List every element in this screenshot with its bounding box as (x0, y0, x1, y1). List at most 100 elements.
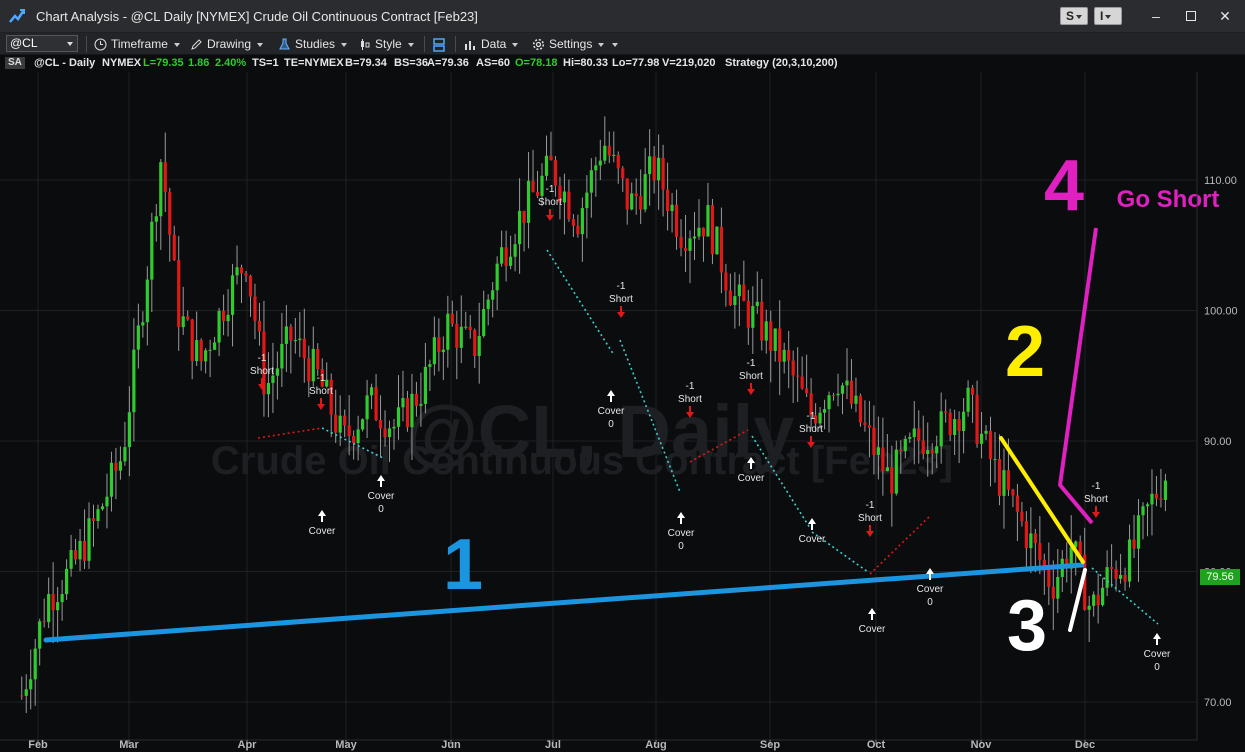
candle-body (486, 299, 490, 310)
app-logo-icon (9, 9, 26, 23)
time-axis-tick: Jul (545, 739, 561, 751)
status-ask-size: AS=60 (476, 57, 510, 69)
candle-body (867, 425, 872, 428)
settings-menu[interactable]: Settings (532, 36, 605, 52)
candle-body (683, 248, 688, 251)
candle-body (1132, 539, 1136, 549)
candle-body (553, 160, 558, 186)
candle-body (881, 447, 885, 472)
sa-badge[interactable]: SA (5, 57, 25, 69)
annotation-label: Go Short (1117, 186, 1220, 213)
signal-cover: Cover (309, 510, 336, 537)
drawing-menu[interactable]: Drawing (190, 36, 264, 52)
price-chart[interactable]: @CL, Daily Crude Oil Continuous Contract… (0, 72, 1245, 752)
symbol-input[interactable]: @CL (6, 35, 78, 52)
candle-body (567, 191, 571, 220)
candle-body (1006, 470, 1011, 490)
flask-icon (279, 38, 290, 50)
chevron-down-icon (612, 42, 618, 47)
signal-label: Short (1084, 494, 1108, 505)
status-bid-size: BS=36 (394, 57, 428, 69)
candle-body (369, 387, 374, 396)
i-link-button[interactable]: I (1094, 7, 1122, 25)
timeframe-menu[interactable]: Timeframe (94, 36, 180, 52)
candle-body (239, 267, 244, 274)
candle-body (432, 337, 436, 365)
time-axis-tick: Apr (238, 739, 258, 751)
candle-body (1145, 504, 1150, 507)
bar-chart-icon (465, 41, 475, 51)
candle-body (1136, 515, 1141, 549)
candle-body (710, 205, 715, 255)
candle-body (181, 316, 185, 328)
candle-body (854, 395, 858, 404)
layout-button[interactable] (432, 36, 450, 52)
status-change: 1.86 (188, 57, 210, 69)
chevron-down-icon (1105, 14, 1112, 19)
signal-qty: -1 (686, 381, 695, 392)
candle-body (845, 380, 849, 386)
candle-body (73, 550, 78, 560)
candle-body (244, 273, 248, 276)
signal-qty: 0 (1154, 662, 1160, 673)
sell-arrow-icon (1092, 506, 1100, 518)
candle-body (674, 204, 679, 237)
maximize-button[interactable] (1181, 8, 1201, 24)
toolbar: @CL Timeframe Drawing Studies Style Data… (0, 33, 1245, 55)
candle-body (289, 326, 293, 341)
candle-body (1056, 576, 1060, 599)
signal-cover: Cover 0 (1144, 633, 1171, 673)
minimize-button[interactable]: – (1146, 8, 1166, 24)
candle-body (1154, 493, 1159, 499)
candle-body (858, 395, 863, 423)
candle-body (921, 440, 925, 455)
status-exchange: NYMEX (102, 57, 142, 69)
time-axis-tick: Mar (119, 739, 139, 751)
candle-body (186, 316, 190, 320)
style-menu[interactable]: Style (358, 36, 414, 52)
toolbar-overflow-button[interactable] (612, 36, 618, 52)
signal-label: Short (609, 294, 633, 305)
candle-body (885, 467, 889, 472)
candle-body (876, 447, 880, 455)
chevron-down-icon (173, 42, 180, 47)
signal-short: -1 Short (250, 353, 274, 390)
candle-body (598, 160, 602, 166)
candle-body (208, 349, 212, 351)
candle-body (1029, 533, 1033, 549)
candle-body (275, 368, 279, 376)
candle-body (912, 428, 916, 438)
sell-arrow-icon (317, 398, 325, 410)
cover-arrow-icon (677, 512, 685, 524)
candle-body (347, 425, 351, 436)
candle-body (526, 180, 531, 223)
studies-label: Studies (295, 37, 336, 51)
candle-body (1002, 470, 1006, 496)
candle-body (504, 247, 508, 266)
candle-body (1092, 594, 1096, 606)
status-strategy: Strategy (20,3,10,200) (725, 57, 838, 69)
candle-body (302, 338, 306, 359)
signal-qty: -1 (747, 358, 756, 369)
candle-body (195, 340, 199, 362)
candle-body (150, 221, 154, 280)
candle-body (100, 506, 105, 510)
timeframe-label: Timeframe (111, 37, 168, 51)
candle-body (1020, 511, 1024, 522)
data-menu[interactable]: Data (464, 36, 519, 52)
studies-menu[interactable]: Studies (278, 36, 348, 52)
candle-body (531, 180, 535, 192)
candle-body (944, 411, 948, 413)
signal-qty: -1 (617, 281, 626, 292)
s-link-button[interactable]: S (1060, 7, 1088, 25)
close-button[interactable]: ✕ (1215, 8, 1235, 24)
candle-body (172, 234, 176, 261)
chart-watermark: @CL, Daily Crude Oil Continuous Contract… (211, 390, 953, 483)
signal-short: -1 Short (858, 500, 882, 537)
candle-body (746, 300, 750, 328)
candle-body (948, 412, 952, 435)
candle-body (1096, 594, 1100, 606)
signal-label: Short (678, 394, 702, 405)
chevron-down-icon (598, 42, 605, 47)
candle-body (464, 326, 468, 328)
